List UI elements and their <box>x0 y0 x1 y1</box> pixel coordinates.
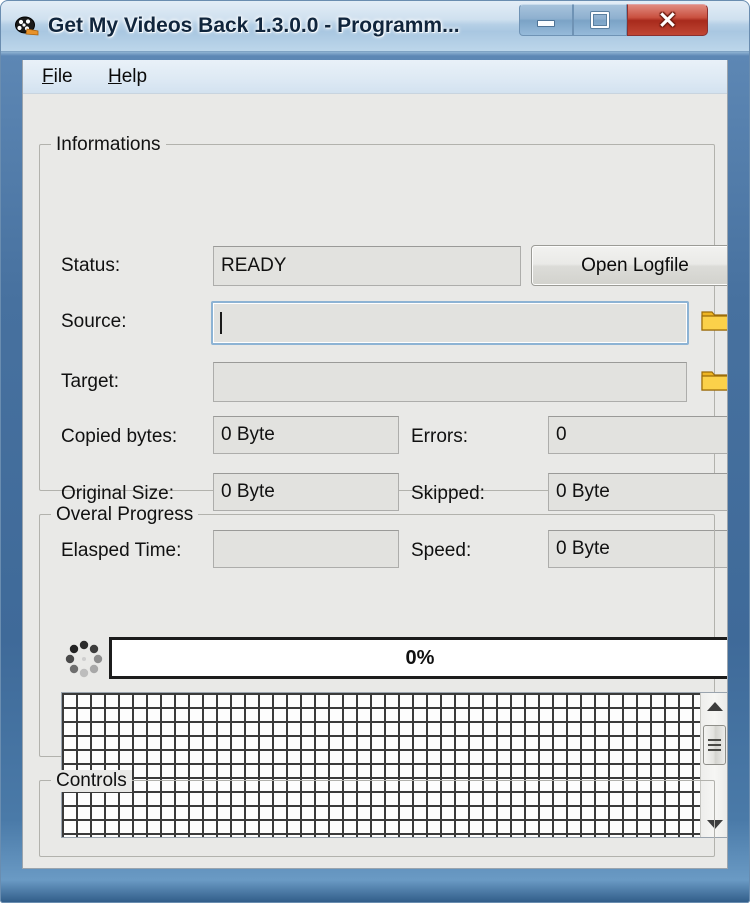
original-size-label: Original Size: <box>61 483 174 504</box>
controls-group-title: Controls <box>51 770 132 792</box>
grip-line <box>708 749 721 751</box>
maximize-button[interactable] <box>573 4 627 36</box>
status-label: Status: <box>61 255 121 276</box>
progress-group-title: Overal Progress <box>51 504 199 526</box>
controls-group: Controls <box>39 770 715 857</box>
scrollbar-thumb[interactable] <box>703 725 726 765</box>
errors-value: 0 <box>556 424 567 445</box>
open-logfile-button[interactable]: Open Logfile <box>531 245 727 286</box>
window-title: Get My Videos Back 1.3.0.0 - Programm... <box>48 14 460 37</box>
close-button[interactable]: ✕ <box>627 4 708 36</box>
application-window: Get My Videos Back 1.3.0.0 - Programm...… <box>0 0 750 903</box>
grip-line <box>708 739 721 741</box>
restore-icon <box>591 12 609 28</box>
overall-progress-bar: 0% <box>109 637 727 679</box>
skipped-value: 0 Byte <box>556 481 610 502</box>
menu-item-help[interactable]: Help <box>99 65 156 89</box>
source-label: Source: <box>61 311 127 332</box>
open-logfile-label: Open Logfile <box>581 254 689 276</box>
menu-file-label: ile <box>53 66 73 87</box>
target-browse-folder-icon[interactable] <box>701 368 727 393</box>
menu-bar: File Help <box>23 60 727 94</box>
errors-label: Errors: <box>411 426 468 447</box>
main-panel: Informations Status: READY Open Logfile … <box>23 94 727 867</box>
film-reel-icon <box>14 13 40 39</box>
close-icon: ✕ <box>657 6 678 33</box>
client-area: File Help Informations Status: READY Ope… <box>22 60 728 869</box>
target-label: Target: <box>61 371 120 392</box>
source-browse-folder-icon[interactable] <box>701 308 727 333</box>
progress-percent-label: 0% <box>405 646 435 669</box>
minimize-button[interactable] <box>519 4 573 36</box>
target-input[interactable] <box>213 362 687 402</box>
menu-file-accel: F <box>42 66 54 87</box>
copied-bytes-field: 0 Byte <box>213 416 399 454</box>
errors-field: 0 <box>548 416 727 454</box>
skipped-field: 0 Byte <box>548 473 727 511</box>
minimize-icon <box>537 20 555 27</box>
original-size-field: 0 Byte <box>213 473 399 511</box>
status-field: READY <box>213 246 521 286</box>
text-caret <box>220 312 222 334</box>
scroll-up-arrow-icon[interactable] <box>701 693 727 719</box>
copied-bytes-label: Copied bytes: <box>61 426 178 447</box>
informations-group-title: Informations <box>51 134 166 156</box>
grip-line <box>708 744 721 746</box>
skipped-label: Skipped: <box>411 483 485 504</box>
menu-item-file[interactable]: File <box>33 65 82 89</box>
menu-help-accel: H <box>108 66 122 87</box>
status-value: READY <box>221 255 287 276</box>
busy-spinner-icon <box>64 639 104 679</box>
source-input[interactable] <box>211 301 689 345</box>
title-bar[interactable]: Get My Videos Back 1.3.0.0 - Programm...… <box>0 0 750 52</box>
original-size-value: 0 Byte <box>221 481 275 502</box>
copied-bytes-value: 0 Byte <box>221 424 275 445</box>
menu-help-label: elp <box>121 66 148 87</box>
